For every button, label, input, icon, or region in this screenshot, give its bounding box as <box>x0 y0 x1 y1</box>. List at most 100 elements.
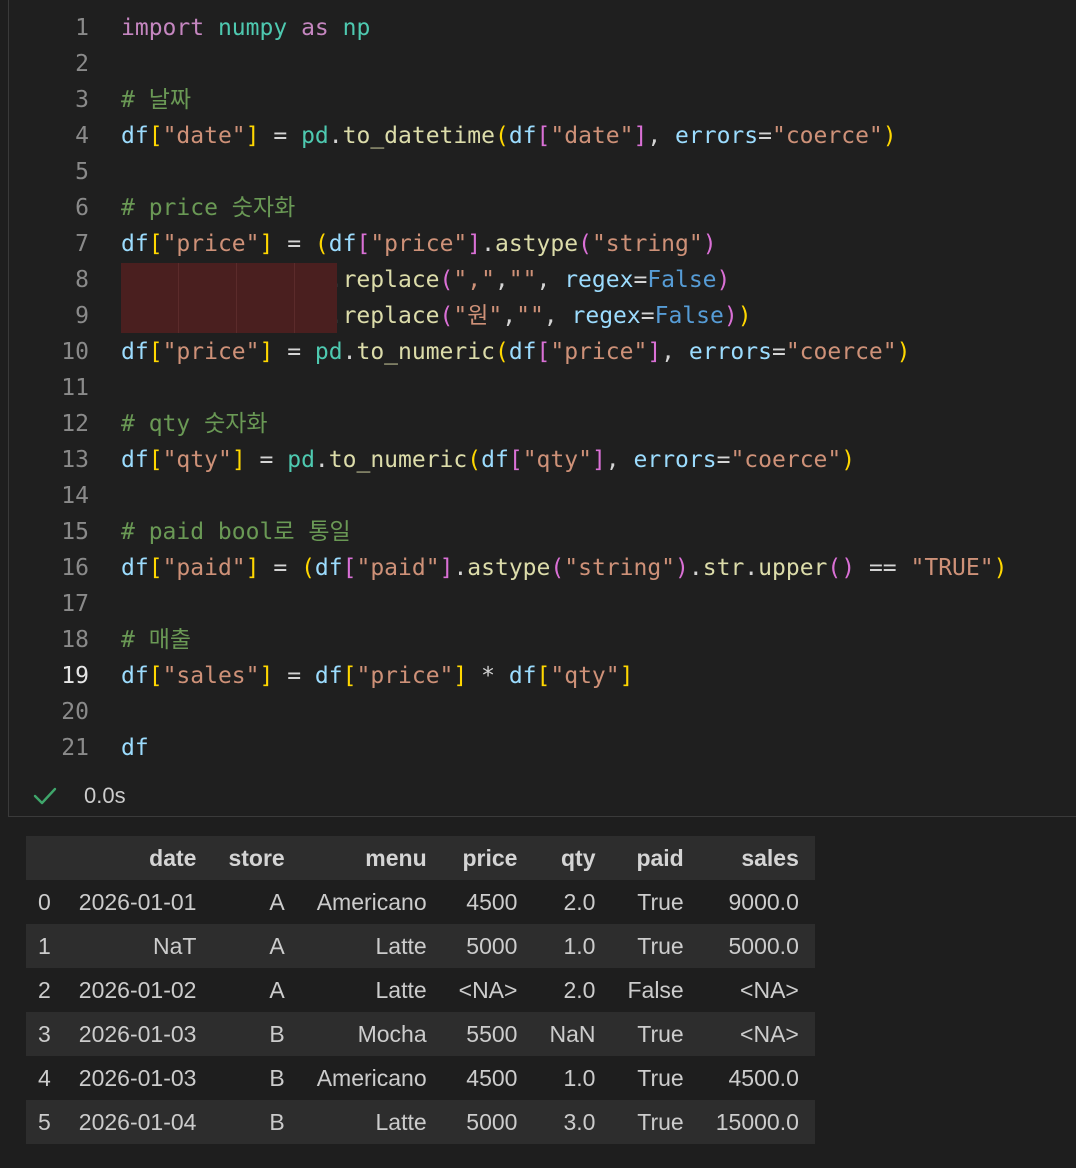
dataframe-output: date store menu price qty paid sales 0 2026-01-… <box>26 836 815 1144</box>
code-token: "coerce" <box>785 339 897 365</box>
table-row: 0 2026-01-01 A Americano 4500 2.0 True 9000.0 <box>26 880 815 924</box>
code-token: [ <box>148 555 163 581</box>
code-token: "string" <box>564 555 676 581</box>
code-token: # price 숫자화 <box>121 195 296 221</box>
code-line[interactable]: 3 # 날짜 <box>9 82 1076 118</box>
row-index: 4 <box>38 1064 51 1091</box>
code-line[interactable]: 5 <box>9 154 1076 190</box>
code-token: # 날짜 <box>121 87 192 113</box>
table-cell: <NA> <box>740 976 799 1003</box>
code-token: [ <box>148 231 163 257</box>
code-token: "qty" <box>550 663 620 689</box>
code-token: False <box>654 303 724 329</box>
table-cell: <NA> <box>458 976 518 1003</box>
code-token: ] <box>633 123 648 149</box>
code-line[interactable]: 21 df <box>9 730 1076 766</box>
table-row: 4 2026-01-03 B Americano 4500 1.0 True 4500.0 <box>26 1056 815 1100</box>
code-token: # qty 숫자화 <box>121 411 268 437</box>
code-line[interactable]: 1 import numpy as np <box>9 10 1076 46</box>
code-text: df["date"] = pd.to_datetime(df["date"], … <box>121 118 897 154</box>
table-cell: <NA> <box>740 1020 799 1047</box>
code-text: # paid bool로 통일 <box>121 514 351 550</box>
code-line[interactable]: 19 df["sales"] = df["price"] * df["qty"] <box>9 658 1076 694</box>
table-cell: Latte <box>375 932 427 959</box>
column-header <box>26 836 63 880</box>
table-cell: 9000.0 <box>728 888 799 915</box>
table-cell: 2.0 <box>563 976 596 1003</box>
line-number: 15 <box>61 519 89 545</box>
code-token: df <box>121 663 149 689</box>
code-token: . <box>342 339 357 365</box>
code-token: , <box>502 303 517 329</box>
code-token: ( <box>550 555 565 581</box>
table-cell: 5000.0 <box>728 932 799 959</box>
code-token: * <box>467 663 509 689</box>
code-line[interactable]: 16 df["paid"] = (df["paid"].astype("strin… <box>9 550 1076 586</box>
code-line[interactable]: 6 # price 숫자화 <box>9 190 1076 226</box>
code-line[interactable]: 20 <box>9 694 1076 730</box>
table-cell: 2026-01-02 <box>78 976 197 1003</box>
table-row: 5 2026-01-04 B Latte 5000 3.0 True 15000.0 <box>26 1100 815 1144</box>
code-token: numpy <box>217 15 288 41</box>
code-token: "price" <box>162 231 260 257</box>
code-line[interactable]: 12 # qty 숫자화 <box>9 406 1076 442</box>
code-token: astype <box>467 555 551 581</box>
code-line[interactable]: 17 <box>9 586 1076 622</box>
code-token: "" <box>516 303 544 329</box>
code-token: = <box>273 231 315 257</box>
row-index: 0 <box>38 888 51 915</box>
code-token: df <box>314 555 343 581</box>
code-token: df <box>508 123 537 149</box>
code-token: . <box>314 447 329 473</box>
code-token: upper <box>758 555 828 581</box>
table-cell: A <box>269 932 285 959</box>
code-token: = <box>771 339 786 365</box>
line-number: 20 <box>61 699 89 725</box>
table-cell: A <box>269 976 285 1003</box>
code-editor[interactable]: 1 import numpy as np 2 3 # 날짜 4 df["date"] = p… <box>9 10 1076 766</box>
code-token: regex <box>564 267 634 293</box>
code-token: astype <box>494 231 579 257</box>
line-number: 11 <box>61 375 89 401</box>
code-token: False <box>647 267 717 293</box>
code-line[interactable]: 18 # 매출 <box>9 622 1076 658</box>
code-token: = <box>716 447 731 473</box>
line-number: 4 <box>75 123 89 149</box>
code-token: df <box>314 663 343 689</box>
notebook-code-cell[interactable]: 1 import numpy as np 2 3 # 날짜 4 df["date"] = p… <box>8 0 1076 817</box>
line-number: 5 <box>75 159 89 185</box>
code-token: [ <box>148 663 163 689</box>
table-cell: True <box>637 1064 684 1091</box>
table-cell: Americano <box>316 888 427 915</box>
code-token: df <box>121 555 149 581</box>
code-line[interactable]: 2 <box>9 46 1076 82</box>
code-token: df <box>121 339 149 365</box>
code-line[interactable]: 10 df["price"] = pd.to_numeric(df["price"… <box>9 334 1076 370</box>
code-line[interactable]: 14 <box>9 478 1076 514</box>
code-token: errors <box>633 447 717 473</box>
line-number: 1 <box>75 15 89 41</box>
code-line[interactable]: 13 df["qty"] = pd.to_numeric(df["qty"], e… <box>9 442 1076 478</box>
code-text: df["sales"] = df["price"] * df["qty"] <box>121 658 633 694</box>
code-token: . <box>744 555 759 581</box>
code-token: "" <box>508 267 537 293</box>
code-token: ] <box>619 663 634 689</box>
code-line[interactable]: 4 df["date"] = pd.to_datetime(df["date"],… <box>9 118 1076 154</box>
code-token: , <box>536 267 565 293</box>
code-token: "price" <box>550 339 648 365</box>
code-line[interactable]: 11 <box>9 370 1076 406</box>
code-token: = <box>273 339 315 365</box>
code-token: , <box>661 339 689 365</box>
code-token: "date" <box>162 123 246 149</box>
code-token: to_numeric <box>328 447 468 473</box>
code-token: = <box>259 555 302 581</box>
code-line[interactable]: 7 df["price"] = (df["price"].astype("stri… <box>9 226 1076 262</box>
code-line[interactable]: 15 # paid bool로 통일 <box>9 514 1076 550</box>
line-number: 12 <box>61 411 89 437</box>
table-cell: 2.0 <box>563 888 596 915</box>
line-number: 13 <box>61 447 89 473</box>
code-token: [ <box>342 555 357 581</box>
code-token: . <box>481 231 495 257</box>
table-cell: Americano <box>316 1064 427 1091</box>
row-index: 5 <box>38 1108 51 1135</box>
